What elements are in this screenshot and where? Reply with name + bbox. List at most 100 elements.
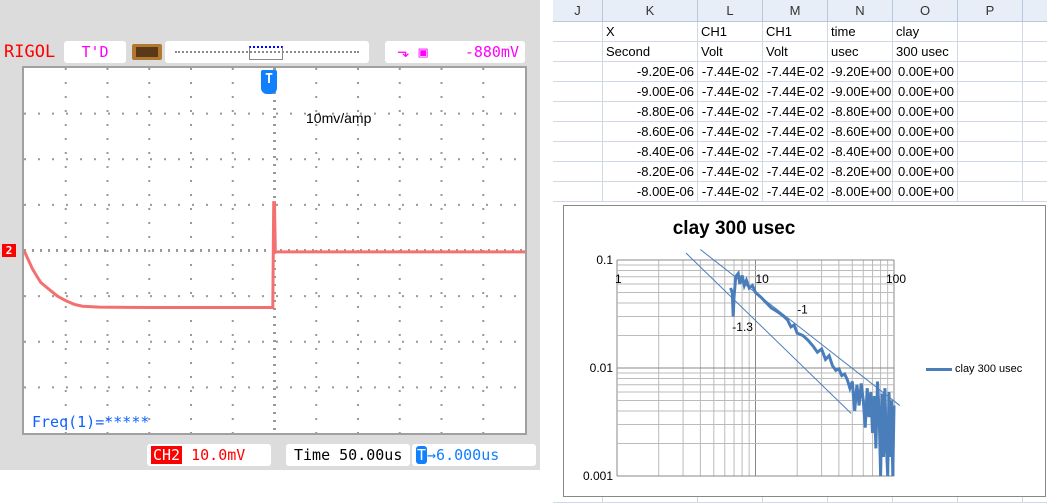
trigger-offset: →6.000us (427, 446, 500, 464)
cell[interactable] (1023, 42, 1047, 62)
cell[interactable]: -7.44E-02 (698, 82, 763, 102)
cell[interactable]: -9.00E+00 (828, 82, 893, 102)
cell[interactable] (553, 142, 603, 162)
column-header-Q[interactable]: Q (1023, 0, 1047, 22)
cell[interactable] (553, 102, 603, 122)
cell[interactable]: -7.44E-02 (698, 62, 763, 82)
cell[interactable] (553, 122, 603, 142)
y-tick-label: 0.001 (583, 469, 613, 483)
cell[interactable] (1023, 142, 1047, 162)
channel-2-marker[interactable]: 2 (2, 244, 16, 257)
cell[interactable]: -7.44E-02 (698, 102, 763, 122)
cell[interactable]: X (603, 22, 698, 42)
cell[interactable] (958, 102, 1023, 122)
scope-display (22, 66, 527, 435)
cell[interactable] (958, 82, 1023, 102)
cell[interactable]: -7.44E-02 (763, 82, 828, 102)
column-header-K[interactable]: K (603, 0, 698, 22)
cell[interactable]: CH1 (698, 22, 763, 42)
cell[interactable]: Volt (698, 42, 763, 62)
cell[interactable]: -7.44E-02 (698, 162, 763, 182)
cell[interactable] (958, 62, 1023, 82)
cell[interactable]: -8.00E+00 (828, 182, 893, 202)
cell[interactable] (1023, 182, 1047, 202)
cell[interactable] (958, 142, 1023, 162)
column-header-L[interactable]: L (698, 0, 763, 22)
column-header-N[interactable]: N (828, 0, 893, 22)
cell[interactable]: -8.20E+00 (828, 162, 893, 182)
cell[interactable]: 0.00E+00 (893, 142, 958, 162)
cell[interactable] (958, 182, 1023, 202)
cell[interactable]: -9.20E+00 (828, 62, 893, 82)
cell[interactable] (1023, 22, 1047, 42)
cell[interactable]: -8.20E-06 (603, 162, 698, 182)
cell[interactable]: CH1 (763, 22, 828, 42)
cell[interactable]: -7.44E-02 (698, 122, 763, 142)
cell[interactable]: 0.00E+00 (893, 102, 958, 122)
cell[interactable]: -7.44E-02 (763, 62, 828, 82)
channel-scale: 10.0mV (191, 446, 246, 464)
cell[interactable]: -7.44E-02 (698, 182, 763, 202)
trigger-position-marker[interactable]: T (261, 70, 277, 94)
cell[interactable]: -7.44E-02 (763, 162, 828, 182)
column-header-P[interactable]: P (958, 0, 1023, 22)
trend-label: -1 (797, 302, 808, 316)
y-tick-label: 0.01 (590, 361, 614, 375)
chart[interactable]: clay 300 usec 1 10 100 0.1 0.01 0.001 -1 -1.3 c… (563, 205, 1046, 497)
cell[interactable] (958, 162, 1023, 182)
cell[interactable] (958, 42, 1023, 62)
cell[interactable]: -8.80E-06 (603, 102, 698, 122)
cell[interactable]: 0.00E+00 (893, 182, 958, 202)
cell[interactable] (1023, 62, 1047, 82)
cell[interactable]: 0.00E+00 (893, 62, 958, 82)
cell[interactable] (553, 62, 603, 82)
cell[interactable]: 0.00E+00 (893, 82, 958, 102)
cell[interactable]: 0.00E+00 (893, 122, 958, 142)
x-tick-label: 100 (886, 272, 906, 286)
cell[interactable]: -7.44E-02 (698, 142, 763, 162)
column-header-J[interactable]: J (553, 0, 603, 22)
cell[interactable] (553, 42, 603, 62)
cell[interactable] (1023, 102, 1047, 122)
cell[interactable]: -7.44E-02 (763, 102, 828, 122)
cell[interactable]: clay (893, 22, 958, 42)
trend-line (700, 249, 901, 406)
cell[interactable]: -8.60E-06 (603, 122, 698, 142)
cell[interactable]: -8.80E+00 (828, 102, 893, 122)
cell[interactable]: -8.60E+00 (828, 122, 893, 142)
cell[interactable] (1023, 122, 1047, 142)
trend-label: -1.3 (732, 320, 753, 334)
memory-window (249, 46, 283, 60)
legend-swatch (926, 367, 952, 371)
cell[interactable]: -9.00E-06 (603, 82, 698, 102)
cell[interactable]: -9.20E-06 (603, 62, 698, 82)
column-header-O[interactable]: O (893, 0, 958, 22)
timebase: 50.00us (339, 446, 403, 464)
cell[interactable]: Volt (763, 42, 828, 62)
cell[interactable] (553, 82, 603, 102)
trigger-level: -880mV (464, 43, 519, 61)
cell[interactable] (553, 162, 603, 182)
cell[interactable]: time (828, 22, 893, 42)
cell[interactable]: -8.40E-06 (603, 142, 698, 162)
cell[interactable] (958, 22, 1023, 42)
cell[interactable]: usec (828, 42, 893, 62)
cell[interactable] (958, 122, 1023, 142)
y-tick-label: 0.1 (596, 253, 613, 267)
column-header-M[interactable]: M (763, 0, 828, 22)
cell[interactable] (553, 22, 603, 42)
cell[interactable]: -7.44E-02 (763, 122, 828, 142)
cell[interactable] (553, 182, 603, 202)
cell[interactable]: -8.40E+00 (828, 142, 893, 162)
cell[interactable] (1023, 82, 1047, 102)
cell[interactable]: -7.44E-02 (763, 142, 828, 162)
memory-depth-bar (165, 41, 369, 63)
annotation-text: 10mv/amp (306, 110, 372, 126)
cell[interactable]: 0.00E+00 (893, 162, 958, 182)
cell[interactable]: -7.44E-02 (763, 182, 828, 202)
cell[interactable]: -8.00E-06 (603, 182, 698, 202)
cell[interactable]: 300 usec (893, 42, 958, 62)
cell[interactable]: Second (603, 42, 698, 62)
x-tick-label: 10 (756, 272, 770, 286)
cell[interactable] (1023, 162, 1047, 182)
